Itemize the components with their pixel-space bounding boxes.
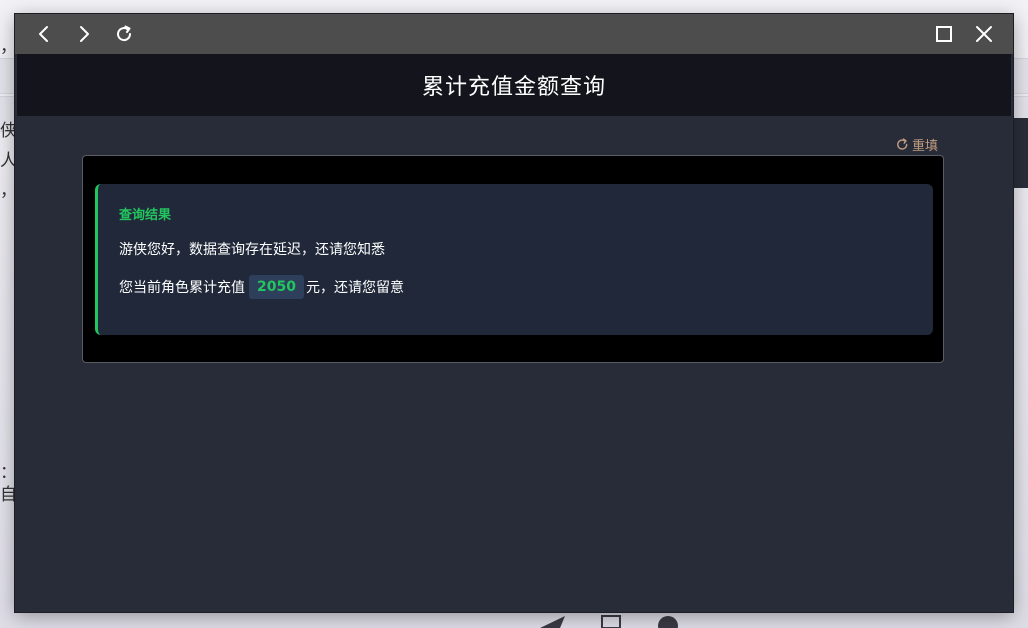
maximize-button[interactable] [932, 22, 956, 46]
main-content: 重填 查询结果 游侠您好，数据查询存在延迟，还请您知悉 您当前角色累计充值 20… [17, 116, 1011, 610]
recharge-suffix: 元，还请您留意 [305, 280, 404, 296]
page-header: 累计充值金额查询 [17, 54, 1011, 116]
chevron-right-icon [80, 26, 89, 42]
close-icon [976, 26, 992, 42]
back-button[interactable] [32, 22, 56, 46]
refresh-button[interactable] [112, 22, 136, 46]
reset-button[interactable]: 重填 [896, 134, 938, 154]
refresh-icon [117, 25, 132, 42]
refresh-icon [897, 137, 908, 150]
title-bar [15, 14, 1013, 54]
page-title: 累计充值金额查询 [421, 75, 606, 100]
forward-button[interactable] [72, 22, 96, 46]
result-title: 查询结果 [119, 208, 172, 223]
recharge-summary: 您当前角色累计充值 2050 元，还请您留意 [119, 274, 404, 300]
recharge-amount: 2050 [249, 275, 304, 299]
greeting-text: 游侠您好，数据查询存在延迟，还请您知悉 [119, 242, 385, 258]
recharge-prefix: 您当前角色累计充值 [119, 280, 245, 296]
result-panel: 查询结果 游侠您好，数据查询存在延迟，还请您知悉 您当前角色累计充值 2050 … [95, 184, 933, 335]
chevron-left-icon [39, 26, 48, 42]
app-window: 累计充值金额查询 重填 查询结果 游侠您好，数据查询存在延迟，还请您知悉 您当前… [15, 14, 1013, 612]
close-button[interactable] [972, 22, 996, 46]
result-card: 查询结果 游侠您好，数据查询存在延迟，还请您知悉 您当前角色累计充值 2050 … [82, 155, 944, 363]
reset-label: 重填 [912, 138, 939, 154]
background-icons [540, 615, 678, 628]
maximize-icon [936, 26, 952, 42]
